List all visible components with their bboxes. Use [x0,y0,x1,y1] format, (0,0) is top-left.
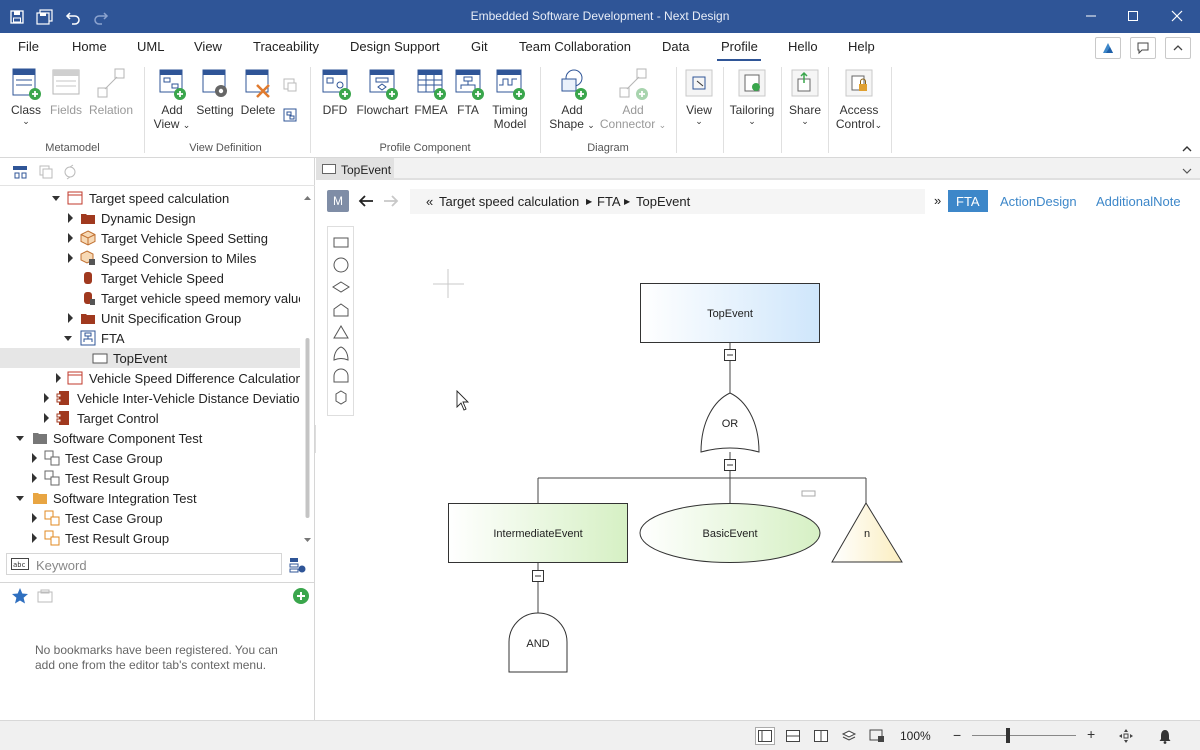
zoom-in-button[interactable]: + [1087,726,1095,742]
collapse-toggle-icon[interactable] [724,459,736,471]
top-event-node[interactable]: TopEvent [640,283,820,343]
and-gate-node[interactable]: AND [508,612,568,673]
top-event-label: TopEvent [707,308,753,320]
collapse-toggle-icon[interactable] [532,570,544,582]
zoom-slider[interactable] [972,728,1076,743]
and-gate-label: AND [526,638,549,650]
layout-vertical-icon[interactable] [811,727,831,745]
collapse-toggle-icon[interactable] [724,349,736,361]
or-gate-node[interactable]: OR [700,392,760,453]
mouse-cursor-icon [456,389,470,411]
notification-bell-icon[interactable] [1155,727,1175,745]
zoom-slider-thumb[interactable] [1006,728,1011,743]
selection-handle[interactable] [801,490,816,497]
or-gate-label: OR [722,418,739,430]
fit-screen-icon[interactable] [867,727,887,745]
transfer-node[interactable]: n [831,502,903,563]
fta-diagram: TopEvent OR IntermediateEvent BasicEvent… [433,269,903,673]
status-bar: 100% − + [0,720,1200,750]
pan-icon[interactable] [1116,727,1136,745]
layers-icon[interactable] [839,727,859,745]
zoom-out-button[interactable]: − [953,727,961,743]
basic-event-node[interactable]: BasicEvent [639,503,821,563]
transfer-label: n [864,528,870,540]
intermediate-event-node[interactable]: IntermediateEvent [448,503,628,563]
basic-event-label: BasicEvent [702,528,757,540]
layout-normal-icon[interactable] [755,727,775,745]
layout-horizontal-icon[interactable] [783,727,803,745]
connector-lines [537,342,867,613]
crosshair-marker [433,269,464,298]
intermediate-event-label: IntermediateEvent [493,528,582,540]
zoom-level: 100% [900,729,931,743]
